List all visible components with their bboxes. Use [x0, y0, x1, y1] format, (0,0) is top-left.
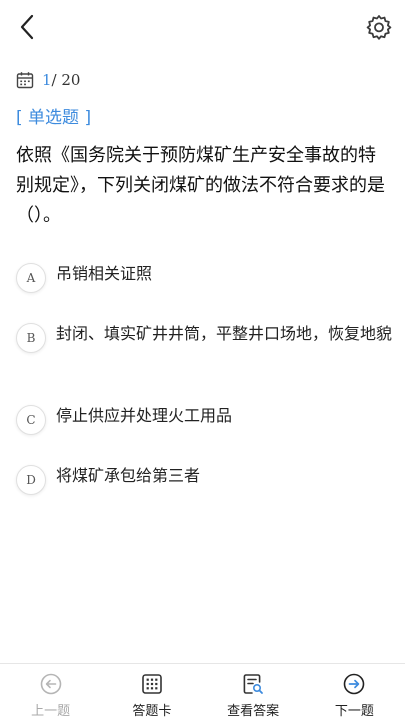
next-question-label: 下一题: [334, 704, 374, 719]
option-letter-badge: C: [16, 405, 46, 435]
prev-question-label: 上一题: [31, 704, 71, 719]
arrow-left-circle-icon: [40, 673, 61, 695]
option-d[interactable]: D 将煤矿承包给第三者: [16, 464, 392, 495]
question-text: 依照《国务院关于预防煤矿生产安全事故的特别规定》，下列关闭煤矿的做法不符合要求的…: [16, 145, 385, 226]
question-progress: 1 / 20: [16, 70, 80, 90]
view-answer-label: 查看答案: [227, 704, 280, 719]
chevron-left-icon: [20, 14, 34, 40]
option-letter-badge: D: [16, 465, 46, 495]
option-text: 将煤矿承包给第三者: [56, 466, 201, 485]
option-letter-badge: B: [16, 323, 46, 353]
calendar-icon: [16, 72, 34, 89]
back-button[interactable]: [14, 12, 42, 42]
answer-card-button[interactable]: 答题卡: [101, 664, 202, 721]
option-a[interactable]: A 吊销相关证照: [16, 262, 392, 293]
option-text: 封闭、填实矿井井筒，平整井口场地，恢复地貌: [56, 324, 393, 343]
option-letter-badge: A: [16, 263, 46, 293]
gear-icon: [366, 15, 392, 40]
current-question-number: 1: [42, 71, 52, 89]
question-type-label: [ 单选题 ]: [16, 108, 92, 128]
option-text: 吊销相关证照: [56, 264, 153, 283]
top-bar: [0, 0, 405, 56]
document-search-icon: [243, 674, 264, 694]
answer-card-label: 答题卡: [132, 704, 172, 719]
settings-button[interactable]: [364, 12, 394, 42]
prev-question-button[interactable]: 上一题: [0, 664, 101, 721]
grid-icon: [142, 674, 162, 694]
option-text: 停止供应并处理火工用品: [56, 406, 233, 425]
view-answer-button[interactable]: 查看答案: [203, 664, 304, 721]
bottom-nav-bar: 上一题 答题卡 查看答案 下一题: [0, 663, 405, 721]
option-c[interactable]: C 停止供应并处理火工用品: [16, 404, 392, 435]
total-question-count: / 20: [51, 71, 81, 89]
arrow-right-circle-icon: [344, 673, 365, 695]
option-b[interactable]: B 封闭、填实矿井井筒，平整井口场地，恢复地貌: [16, 322, 392, 353]
next-question-button[interactable]: 下一题: [304, 664, 405, 721]
